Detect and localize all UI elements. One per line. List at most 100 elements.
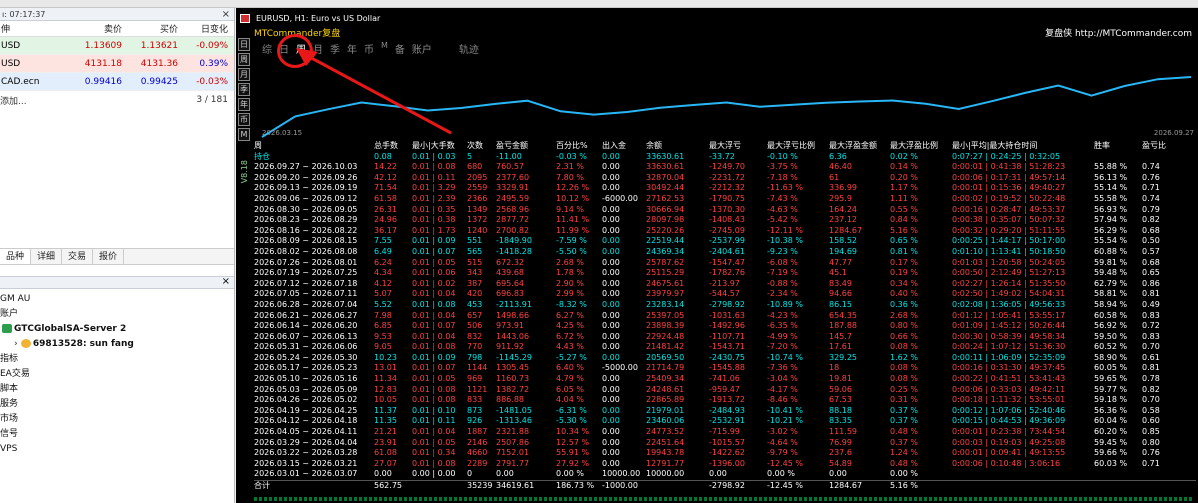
cell-pf: 0.81 <box>1142 289 1160 299</box>
cell-date: 2026.05.17 ~ 2026.05.23 <box>254 363 358 373</box>
side-tool-2[interactable]: 月 <box>238 68 250 81</box>
side-tool-1[interactable]: 周 <box>238 53 250 66</box>
cell-pct: 27.92 % <box>556 458 590 468</box>
col-ask[interactable]: 买价 <box>122 22 178 35</box>
cell-flp: 5.16 % <box>890 481 918 490</box>
cell-win: 58.94 % <box>1094 299 1128 309</box>
cell-bal: 10000.00 <box>646 469 685 479</box>
cell-cnt: 次数 <box>467 141 483 150</box>
symbol-row[interactable]: USD 4131.18 4131.36 0.39% <box>0 55 234 73</box>
navigator-item[interactable]: GTCGlobalSA-Server 2 <box>0 322 234 337</box>
market-watch-add-row[interactable]: 添加... 3 / 181 <box>0 91 234 109</box>
cell-flp: 0.55 % <box>890 204 918 214</box>
cell-win: 59.18 % <box>1094 395 1128 405</box>
version-label: V8.18 <box>240 160 249 184</box>
cell-cnt: 657 <box>467 310 483 320</box>
cell-fl: 1284.67 <box>829 481 863 490</box>
cell-pf: 0.85 <box>1142 427 1160 437</box>
cell-cnt: 1887 <box>467 427 488 437</box>
cell-io: 0.00 <box>602 395 620 405</box>
stats-week-row: 2026.09.13 ~ 2026.09.19 71.54 0.01 | 3.29 2… <box>254 183 1196 194</box>
cell-dd: -544.57 <box>709 289 740 299</box>
navigator-item[interactable]: 脚本 <box>0 382 234 397</box>
cell-ddp: -11.63 % <box>767 183 803 193</box>
side-tool-4[interactable]: 年 <box>238 98 250 111</box>
stats-week-row: 2026.04.26 ~ 2026.05.02 10.05 0.01 | 0.08 8… <box>254 395 1196 406</box>
stats-week-row: 2026.07.19 ~ 2026.07.25 4.34 0.01 | 0.06 34… <box>254 268 1196 279</box>
navigator-item[interactable]: 信号 <box>0 427 234 442</box>
cell-dd: -1370.30 <box>709 204 745 214</box>
market-watch-columns: 伸 卖价 买价 日变化 <box>0 21 234 37</box>
tab-ticks[interactable]: 报价 <box>93 249 125 264</box>
cell-pl: 2568.96 <box>496 204 530 214</box>
chevron-right-icon[interactable]: › <box>14 339 21 349</box>
navigator-item[interactable]: 指标 <box>0 352 234 367</box>
cell-date: 持仓 <box>254 151 270 161</box>
cell-dd: -2231.72 <box>709 172 745 182</box>
navigator-item[interactable]: 市场 <box>0 412 234 427</box>
col-bid[interactable]: 卖价 <box>70 22 122 35</box>
close-icon[interactable]: × <box>222 9 230 20</box>
symbol-row[interactable]: CAD.ecn 0.99416 0.99425 -0.03% <box>0 73 234 91</box>
cell-flp: 1.24 % <box>890 448 918 458</box>
navigator-item[interactable]: 服务 <box>0 397 234 412</box>
cell-flp: 0.14 % <box>890 162 918 172</box>
add-symbol-label[interactable]: 添加... <box>0 94 27 107</box>
col-change[interactable]: 日变化 <box>178 22 232 35</box>
cell-ddp: -10.38 % <box>767 236 803 246</box>
cell-pct: 11.99 % <box>556 225 590 235</box>
col-symbol[interactable]: 伸 <box>0 22 70 35</box>
cell-n: 7.55 <box>374 236 392 246</box>
bottom-scrollbar[interactable] <box>254 497 1194 501</box>
cell-ddp: -7.36 % <box>767 363 798 373</box>
cell-pl: -2113.91 <box>496 299 532 309</box>
cell-hold: 0:00:03 | 0:19:03 | 49:25:08 <box>952 437 1066 447</box>
cell-bal: 21714.79 <box>646 363 685 373</box>
side-tool-6[interactable]: M <box>238 128 250 141</box>
cell-pct: 2.68 % <box>556 257 584 267</box>
navigator-item[interactable]: 账户 <box>0 307 234 322</box>
navigator-item[interactable]: GM AU <box>0 292 234 307</box>
period-tab-0[interactable]: 综 <box>262 41 272 56</box>
cell-bal: 24369.34 <box>646 246 685 256</box>
cell-ddp: -9.79 % <box>767 448 798 458</box>
chart-title-bar: EURUSD, H1: Euro vs US Dollar <box>236 12 1198 25</box>
market-watch-rows: USD 1.13609 1.13621 -0.09% USD 4131.18 4131.36… <box>0 37 234 91</box>
cell-date: 2026.08.09 ~ 2026.08.15 <box>254 236 358 246</box>
side-tool-5[interactable]: 币 <box>238 113 250 126</box>
cell-ddp: 0.00 % <box>767 469 795 479</box>
cell-pct: 0.00 % <box>556 469 584 479</box>
stats-week-row: 2026.07.12 ~ 2026.07.18 4.12 0.01 | 0.02 38… <box>254 279 1196 290</box>
close-icon[interactable]: × <box>222 276 230 287</box>
tab-trading[interactable]: 交易 <box>62 249 94 264</box>
side-tool-3[interactable]: 季 <box>238 83 250 96</box>
cell-pl: 1305.45 <box>496 363 530 373</box>
cell-pct: 1.78 % <box>556 268 584 278</box>
cell-hold: 0:00:12 | 1:07:06 | 52:40:46 <box>952 405 1066 415</box>
cell-date: 2026.08.02 ~ 2026.08.08 <box>254 246 358 256</box>
cell-n: 71.54 <box>374 183 397 193</box>
navigator-item-label: 69813528: sun fang <box>32 339 134 349</box>
cell-dd: -213.97 <box>709 278 740 288</box>
cell-cnt: 770 <box>467 342 483 352</box>
market-watch-time: ı: 07:17:37 <box>2 9 46 19</box>
cell-hold: 0:00:24 | 1:07:12 | 51:36:30 <box>952 342 1066 352</box>
cell-lot: 0.01 | 0.07 <box>412 321 456 331</box>
market-watch-panel: ı: 07:17:37 × 伸 卖价 买价 日变化 USD 1.13609 1.13… <box>0 8 235 503</box>
period-tab-10[interactable]: 轨迹 <box>459 41 479 56</box>
cell-bal: 30666.94 <box>646 204 685 214</box>
cell-win: 58.90 % <box>1094 352 1128 362</box>
user-icon <box>20 339 31 348</box>
cell-pl: 2700.82 <box>496 225 530 235</box>
cell-win: 60.58 % <box>1094 310 1128 320</box>
navigator-item[interactable]: › 69813528: sun fang <box>0 337 234 352</box>
cell-pl: 1443.06 <box>496 331 530 341</box>
cell-cnt: 873 <box>467 405 483 415</box>
tab-details[interactable]: 详细 <box>31 249 63 264</box>
cell-io: 0.00 <box>602 448 620 458</box>
tab-symbols[interactable]: 品种 <box>0 249 32 264</box>
symbol-row[interactable]: USD 1.13609 1.13621 -0.09% <box>0 37 234 55</box>
side-tool-0[interactable]: 日 <box>238 38 250 51</box>
navigator-item[interactable]: VPS <box>0 442 234 457</box>
navigator-item[interactable]: EA交易 <box>0 367 234 382</box>
